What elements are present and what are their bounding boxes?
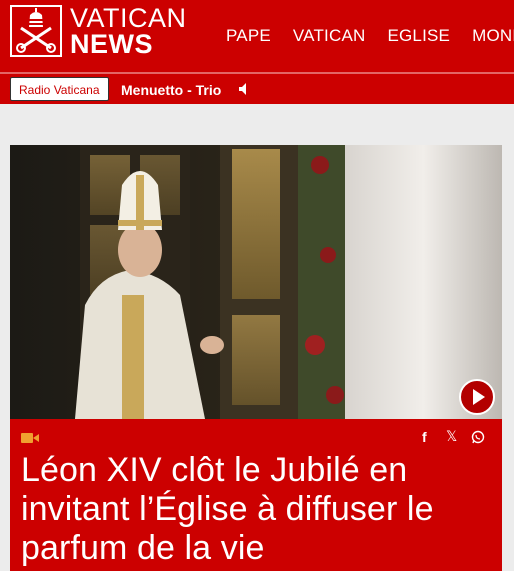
site-header: VATICAN NEWS PAPE VATICAN EGLISE MONDE <box>0 0 514 72</box>
nav-item-vatican[interactable]: VATICAN <box>293 26 366 46</box>
facebook-icon[interactable]: f <box>422 429 427 445</box>
vatican-news-logo-icon[interactable] <box>10 5 62 57</box>
article-photo[interactable] <box>10 145 502 419</box>
now-playing-title: Menuetto - Trio <box>121 82 222 98</box>
x-icon[interactable]: 𝕏 <box>446 428 457 445</box>
nav-item-eglise[interactable]: EGLISE <box>387 26 450 46</box>
video-camera-icon <box>21 431 39 449</box>
whatsapp-icon[interactable] <box>471 430 485 449</box>
article-headline[interactable]: Léon XIV clôt le Jubilé en invitant l’Ég… <box>21 451 499 568</box>
radio-vaticana-button[interactable]: Radio Vaticana <box>10 77 109 101</box>
logo-text-vatican[interactable]: VATICAN <box>70 4 187 32</box>
radio-player-bar: Radio Vaticana Menuetto - Trio <box>0 74 514 104</box>
nav-item-monde[interactable]: MONDE <box>472 26 514 46</box>
main-nav: PAPE VATICAN EGLISE MONDE <box>226 26 514 46</box>
speaker-icon[interactable] <box>238 82 252 101</box>
logo-text-news[interactable]: NEWS <box>70 30 153 58</box>
play-video-button[interactable] <box>459 379 495 415</box>
nav-item-pape[interactable]: PAPE <box>226 26 271 46</box>
